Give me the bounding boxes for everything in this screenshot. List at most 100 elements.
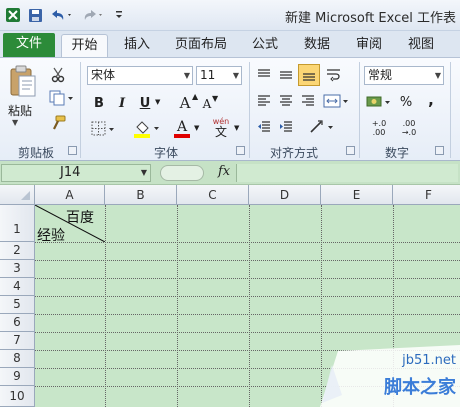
formula-bar-resize-handle[interactable] bbox=[160, 165, 204, 181]
font-launcher-icon[interactable] bbox=[236, 146, 245, 155]
group-separator bbox=[249, 62, 250, 158]
spreadsheet-grid[interactable]: A B C D E F 1 2 3 4 5 6 7 8 9 10 百度 经验 j… bbox=[0, 185, 460, 407]
watermark-site: jb51.net bbox=[402, 353, 456, 368]
tab-formulas[interactable]: 公式 bbox=[244, 34, 286, 57]
align-left-icon[interactable] bbox=[255, 92, 273, 110]
font-name-value: 宋体 bbox=[91, 68, 116, 82]
borders-icon[interactable] bbox=[90, 120, 118, 138]
row-header-2[interactable]: 2 bbox=[0, 242, 35, 260]
column-header-c[interactable]: C bbox=[177, 185, 249, 205]
row-header-5[interactable]: 5 bbox=[0, 296, 35, 314]
paste-dropdown-arrow-icon[interactable]: ▼ bbox=[12, 118, 18, 127]
name-box[interactable]: J14 ▼ bbox=[1, 164, 151, 182]
column-header-e[interactable]: E bbox=[321, 185, 393, 205]
number-group-label: 数字 bbox=[384, 146, 409, 160]
undo-icon[interactable] bbox=[48, 5, 74, 25]
gridline bbox=[249, 205, 250, 407]
chevron-down-icon: ▼ bbox=[183, 71, 190, 80]
tab-page-layout[interactable]: 页面布局 bbox=[168, 34, 234, 57]
column-header-f[interactable]: F bbox=[393, 185, 460, 205]
chevron-down-icon: ▼ bbox=[434, 71, 441, 80]
select-all-corner[interactable] bbox=[0, 185, 35, 205]
cut-icon[interactable] bbox=[48, 66, 68, 84]
row-header-7[interactable]: 7 bbox=[0, 332, 35, 350]
alignment-launcher-icon[interactable] bbox=[346, 146, 355, 155]
font-group-label: 字体 bbox=[153, 146, 178, 160]
phonetic-button[interactable]: wén 文 bbox=[208, 116, 234, 140]
increase-indent-icon[interactable] bbox=[277, 118, 295, 136]
row-header-4[interactable]: 4 bbox=[0, 278, 35, 296]
redo-icon[interactable] bbox=[80, 5, 106, 25]
paste-icon[interactable] bbox=[6, 64, 40, 100]
name-box-value: J14 bbox=[60, 165, 81, 180]
decrease-decimal-top: .00 bbox=[402, 119, 416, 128]
percent-button[interactable]: % bbox=[398, 92, 414, 112]
decrease-decimal-button[interactable]: .00 →.0 bbox=[396, 116, 422, 140]
currency-icon[interactable] bbox=[366, 92, 392, 112]
font-color-dropdown-icon[interactable]: ▼ bbox=[194, 124, 199, 132]
insert-function-icon[interactable]: fx bbox=[218, 164, 230, 179]
comma-button[interactable]: , bbox=[424, 90, 438, 110]
decrease-decimal-bottom: →.0 bbox=[401, 128, 417, 137]
underline-dropdown-icon[interactable]: ▼ bbox=[155, 98, 160, 106]
paste-button-label[interactable]: 粘贴 bbox=[8, 102, 32, 119]
font-color-button[interactable]: A bbox=[168, 118, 196, 140]
phonetic-char: 文 bbox=[214, 125, 227, 139]
align-bottom-icon[interactable] bbox=[298, 64, 320, 86]
row-header-9[interactable]: 9 bbox=[0, 368, 35, 386]
increase-decimal-top: +.0 bbox=[371, 119, 387, 128]
wrap-text-icon[interactable] bbox=[324, 66, 344, 84]
column-header-a[interactable]: A bbox=[35, 185, 105, 205]
grow-arrow-icon: ▲ bbox=[192, 92, 199, 101]
align-middle-icon[interactable] bbox=[277, 66, 295, 84]
row-header-10[interactable]: 10 bbox=[0, 386, 35, 407]
tab-file[interactable]: 文件 bbox=[3, 33, 55, 57]
row-header-3[interactable]: 3 bbox=[0, 260, 35, 278]
cell-a1-bottom-text[interactable]: 经验 bbox=[37, 225, 65, 245]
tab-home[interactable]: 开始 bbox=[61, 34, 108, 57]
align-right-icon[interactable] bbox=[299, 92, 317, 110]
excel-logo-icon[interactable] bbox=[4, 5, 22, 25]
phonetic-dropdown-icon[interactable]: ▼ bbox=[234, 124, 239, 132]
number-launcher-icon[interactable] bbox=[435, 146, 444, 155]
row-header-8[interactable]: 8 bbox=[0, 350, 35, 368]
window-title: 新建 Microsoft Excel 工作表 bbox=[285, 11, 456, 26]
watermark-name: 脚本之家 bbox=[384, 377, 456, 398]
format-painter-icon[interactable] bbox=[48, 114, 68, 132]
row-header-6[interactable]: 6 bbox=[0, 314, 35, 332]
font-size-combo[interactable]: 11 ▼ bbox=[196, 66, 242, 85]
tab-view[interactable]: 视图 bbox=[400, 34, 442, 57]
clipboard-launcher-icon[interactable] bbox=[68, 146, 77, 155]
number-format-combo[interactable]: 常规 ▼ bbox=[364, 66, 444, 85]
gridline bbox=[35, 314, 460, 315]
number-format-value: 常规 bbox=[368, 68, 393, 82]
gridline bbox=[35, 242, 460, 243]
copy-icon[interactable] bbox=[48, 89, 76, 107]
align-top-icon[interactable] bbox=[255, 66, 273, 84]
cell-a1-top-text[interactable]: 百度 bbox=[66, 207, 94, 227]
decrease-indent-icon[interactable] bbox=[255, 118, 273, 136]
save-icon[interactable] bbox=[26, 5, 44, 25]
column-header-b[interactable]: B bbox=[105, 185, 177, 205]
gridline bbox=[35, 296, 460, 297]
group-separator bbox=[450, 62, 451, 158]
formula-input[interactable] bbox=[236, 164, 458, 182]
orientation-icon[interactable] bbox=[308, 118, 336, 136]
alignment-group-label: 对齐方式 bbox=[269, 146, 318, 160]
row-header-1[interactable]: 1 bbox=[0, 205, 35, 242]
tab-data[interactable]: 数据 bbox=[296, 34, 338, 57]
font-name-combo[interactable]: 宋体 ▼ bbox=[87, 66, 193, 85]
italic-button[interactable]: I bbox=[113, 94, 131, 112]
align-center-icon[interactable] bbox=[277, 92, 295, 110]
merge-center-icon[interactable] bbox=[322, 92, 350, 110]
underline-button[interactable]: U bbox=[136, 94, 154, 112]
fill-color-icon[interactable] bbox=[132, 118, 162, 140]
increase-decimal-button[interactable]: +.0 .00 bbox=[366, 116, 392, 140]
column-header-d[interactable]: D bbox=[249, 185, 321, 205]
font-color-swatch bbox=[174, 134, 190, 138]
tab-insert[interactable]: 插入 bbox=[116, 34, 158, 57]
bold-button[interactable]: B bbox=[90, 94, 108, 112]
customize-icon[interactable] bbox=[112, 5, 126, 25]
tab-review[interactable]: 审阅 bbox=[348, 34, 390, 57]
group-separator bbox=[359, 62, 360, 158]
